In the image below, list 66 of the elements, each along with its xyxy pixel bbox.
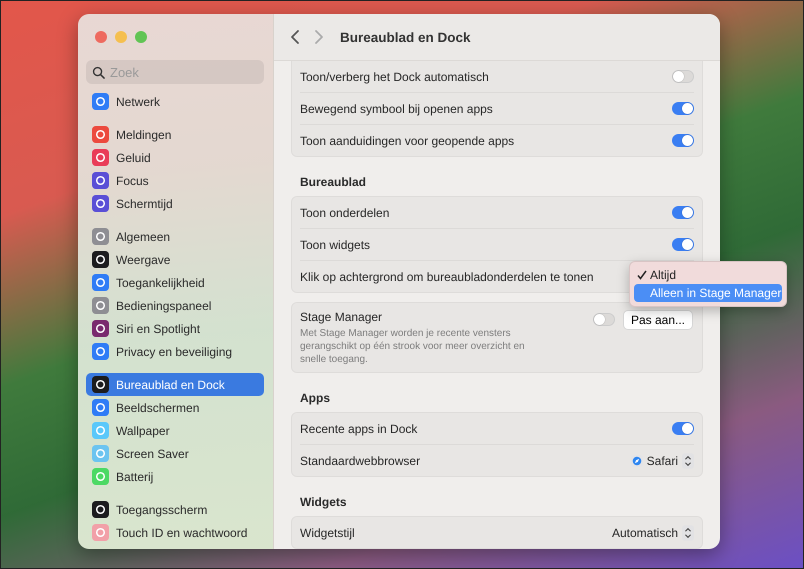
popup-button[interactable]: Automatisch (612, 526, 678, 540)
setting-label: Stage Manager (300, 310, 384, 324)
sidebar-item[interactable]: Focus (86, 169, 264, 192)
toggle-switch[interactable] (672, 238, 694, 251)
settings-tile-icon (92, 172, 109, 189)
toggle-switch[interactable] (672, 422, 694, 435)
window-title: Bureaublad en Dock (340, 30, 471, 44)
setting-label: Toon aanduidingen voor geopende apps (300, 134, 514, 148)
settings-tile-icon (92, 343, 109, 360)
chevron-icon[interactable] (682, 452, 694, 468)
setting-label: Bewegend symbool bij openen apps (300, 102, 493, 116)
settings-tile-icon (92, 468, 109, 485)
sidebar-item[interactable]: Privacy en beveiliging (86, 340, 264, 363)
customize-button[interactable]: Pas aan... (622, 310, 693, 330)
settings-tile-icon (92, 251, 109, 268)
sidebar-item[interactable]: Schermtijd (86, 192, 264, 215)
settings-tile-icon (92, 376, 109, 393)
section-heading: Widgets (300, 495, 348, 509)
settings-tile-icon (92, 274, 109, 291)
sidebar-item[interactable]: Batterij (86, 465, 264, 488)
settings-tile-icon (92, 149, 109, 166)
sidebar-item[interactable]: Meldingen (86, 123, 264, 146)
settings-tile-icon (92, 228, 109, 245)
setting-label: Standaardwebbrowser (300, 454, 420, 468)
setting-label: Klik op achtergrond om bureaubladonderdelen te tonen (300, 270, 594, 284)
sidebar-item[interactable]: Netwerk (86, 90, 264, 113)
settings-tile-icon (92, 297, 109, 314)
setting-label: Widgetstijl (300, 526, 355, 540)
settings-tile-icon (92, 399, 109, 416)
sidebar-item[interactable]: Toegankelijkheid (86, 271, 264, 294)
sidebar-item[interactable]: Beeldschermen (86, 396, 264, 419)
setting-label: Toon widgets (300, 238, 370, 252)
settings-tile-icon (92, 501, 109, 518)
settings-tile-icon (92, 524, 109, 541)
sidebar-item[interactable]: Wallpaper (86, 419, 264, 442)
section-heading: Apps (300, 391, 331, 405)
popup-button[interactable]: Safari (646, 454, 678, 468)
chevron-icon[interactable] (682, 524, 694, 540)
setting-description: Met Stage Manager worden je recente vensters gerangschikt op één strook voor meer overzicht en snelle toegang. (300, 327, 526, 366)
sidebar-item[interactable]: Touch ID en wachtwoord (86, 521, 264, 544)
sidebar-item[interactable]: Algemeen (86, 225, 264, 248)
setting-label: Toon onderdelen (300, 206, 390, 220)
sidebar-item[interactable]: Toegangsscherm (86, 498, 264, 521)
setting-label: Toon/verberg het Dock automatisch (300, 70, 489, 84)
sidebar-item[interactable]: Siri en Spotlight (86, 317, 264, 340)
search-icon (92, 66, 105, 79)
settings-tile-icon (92, 126, 109, 143)
settings-tile-icon (92, 320, 109, 337)
sidebar-item[interactable]: Weergave (86, 248, 264, 271)
settings-tile-icon (92, 422, 109, 439)
toggle-switch[interactable] (592, 313, 615, 326)
settings-tile-icon (92, 93, 109, 110)
settings-tile-icon (92, 445, 109, 462)
sidebar-item[interactable]: Bedieningspaneel (86, 294, 264, 317)
menu-item[interactable]: Altijd (634, 266, 782, 284)
settings-tile-icon (92, 195, 109, 212)
back-icon[interactable] (290, 29, 300, 45)
setting-label: Recente apps in Dock (300, 422, 418, 436)
section-heading: Bureaublad (300, 175, 368, 189)
sidebar-item[interactable]: Geluid (86, 146, 264, 169)
sidebar-item[interactable]: Bureaublad en Dock (86, 373, 264, 396)
toggle-switch[interactable] (672, 206, 694, 219)
toggle-switch[interactable] (672, 70, 694, 83)
sidebar-item[interactable]: Screen Saver (86, 442, 264, 465)
toggle-switch[interactable] (672, 134, 694, 147)
toggle-switch[interactable] (672, 102, 694, 115)
